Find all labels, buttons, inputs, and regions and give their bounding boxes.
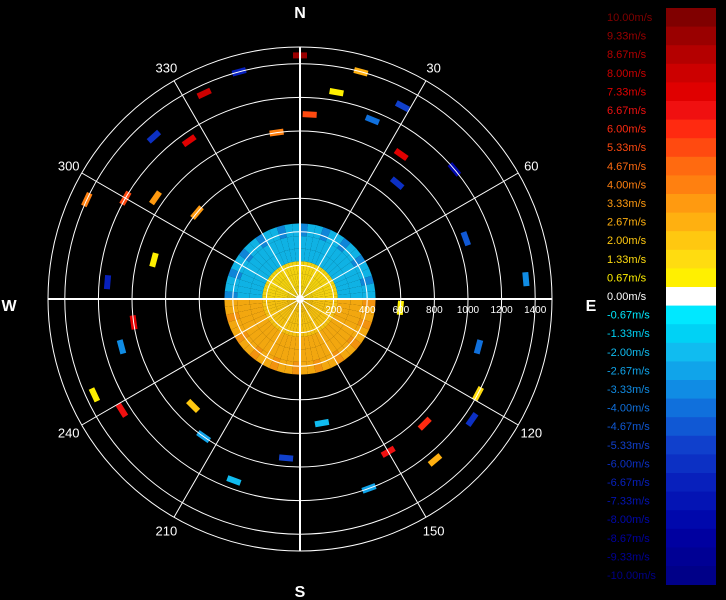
colorbar-swatch (666, 547, 716, 567)
colorbar-swatch (666, 8, 716, 27)
colorbar-label: 3.33m/s (607, 198, 647, 210)
compass-label: W (1, 298, 17, 315)
colorbar-label: 8.00m/s (607, 68, 647, 80)
azimuth-label: 240 (58, 426, 80, 441)
range-tick-label: 600 (392, 305, 409, 316)
colorbar-label: -9.33m/s (607, 551, 650, 563)
core-cell (224, 291, 238, 299)
core-cell (300, 361, 308, 375)
colorbar-label: -5.33m/s (607, 440, 650, 452)
colorbar-swatch (666, 287, 716, 306)
azimuth-label: 120 (520, 426, 542, 441)
colorbar-label: -7.33m/s (607, 496, 650, 508)
colorbar-swatch (666, 510, 716, 530)
compass-label: S (295, 584, 306, 600)
azimuth-label: 330 (156, 61, 178, 76)
colorbar-label: -1.33m/s (607, 328, 650, 340)
colorbar-swatch (666, 45, 716, 65)
colorbar-label: -8.00m/s (607, 514, 650, 526)
colorbar-swatch (666, 491, 716, 511)
colorbar-label: 0.67m/s (607, 272, 647, 284)
colorbar-swatch (666, 268, 716, 288)
colorbar-label: 4.00m/s (607, 179, 647, 191)
colorbar-swatch (666, 249, 716, 269)
colorbar-swatch (666, 82, 716, 102)
colorbar-label: 5.33m/s (607, 142, 647, 154)
core-cell (300, 223, 308, 237)
core-cell (292, 361, 300, 375)
range-cell (302, 111, 317, 118)
colorbar-swatch (666, 324, 716, 344)
colorbar-label: -6.00m/s (607, 458, 650, 470)
colorbar-label: 10.00m/s (607, 12, 653, 24)
colorbar-swatch (666, 528, 716, 548)
colorbar-label: 2.67m/s (607, 217, 647, 229)
colorbar-swatch (666, 26, 716, 46)
colorbar-swatch (666, 138, 716, 158)
colorbar-swatch (666, 398, 716, 418)
colorbar-swatch (666, 454, 716, 474)
colorbar-swatch (666, 435, 716, 455)
colorbar-label: 8.67m/s (607, 49, 647, 61)
colorbar-swatch (666, 212, 716, 232)
radar-center-marker (296, 295, 304, 303)
colorbar-label: -3.33m/s (607, 384, 650, 396)
range-tick-label: 1200 (490, 305, 513, 316)
colorbar-swatch (666, 231, 716, 251)
colorbar-label: -4.67m/s (607, 421, 650, 433)
range-tick-label: 200 (325, 305, 342, 316)
colorbar-label: 0.00m/s (607, 291, 647, 303)
colorbar-swatch (666, 305, 716, 325)
azimuth-label: 60 (524, 158, 538, 173)
radar-chart: 200 400 600 800 1000 1200 1400 30 60 120 150 210 240… (0, 0, 726, 600)
colorbar-label: -4.00m/s (607, 403, 650, 415)
compass-label: N (294, 5, 306, 22)
range-cell (278, 454, 294, 462)
colorbar-label: 1.33m/s (607, 254, 647, 266)
colorbar-swatch (666, 63, 716, 83)
range-tick-label: 1000 (457, 305, 480, 316)
range-tick-label: 1400 (524, 305, 547, 316)
colorbar-swatch (666, 156, 716, 176)
colorbar-label: 7.33m/s (607, 86, 647, 98)
colorbar-label: 2.00m/s (607, 235, 647, 247)
azimuth-label: 150 (423, 523, 445, 538)
colorbar-label: 6.00m/s (607, 124, 647, 136)
colorbar-label: -2.00m/s (607, 347, 650, 359)
colorbar-swatch (666, 417, 716, 437)
core-cell (224, 299, 238, 307)
range-cell (522, 271, 530, 287)
azimuth-label: 30 (426, 61, 440, 76)
colorbar-label: -10.00m/s (607, 570, 656, 582)
colorbar-swatch (666, 119, 716, 139)
colorbar-label: -0.67m/s (607, 310, 650, 322)
colorbar-label: 4.67m/s (607, 161, 647, 173)
colorbar-label: -2.67m/s (607, 365, 650, 377)
range-tick-label: 800 (426, 305, 443, 316)
colorbar-label: -6.67m/s (607, 477, 650, 489)
colorbar-label: 9.33m/s (607, 31, 647, 43)
colorbar-swatch (666, 380, 716, 399)
colorbar-label: 6.67m/s (607, 105, 647, 117)
compass-label: E (586, 298, 597, 315)
colorbar-swatch (666, 194, 716, 213)
colorbar-swatch (666, 342, 716, 362)
azimuth-label: 210 (156, 523, 178, 538)
colorbar-swatch (666, 175, 716, 195)
colorbar-swatch (666, 473, 716, 492)
core-cell (292, 223, 300, 237)
colorbar-swatch (666, 101, 716, 120)
core-cell (362, 291, 376, 299)
colorbar-swatch (666, 566, 716, 585)
colorbar-swatch (666, 361, 716, 381)
colorbar-label: -8.67m/s (607, 533, 650, 545)
range-cell (103, 274, 112, 290)
azimuth-label: 300 (58, 158, 80, 173)
range-tick-label: 400 (359, 305, 376, 316)
